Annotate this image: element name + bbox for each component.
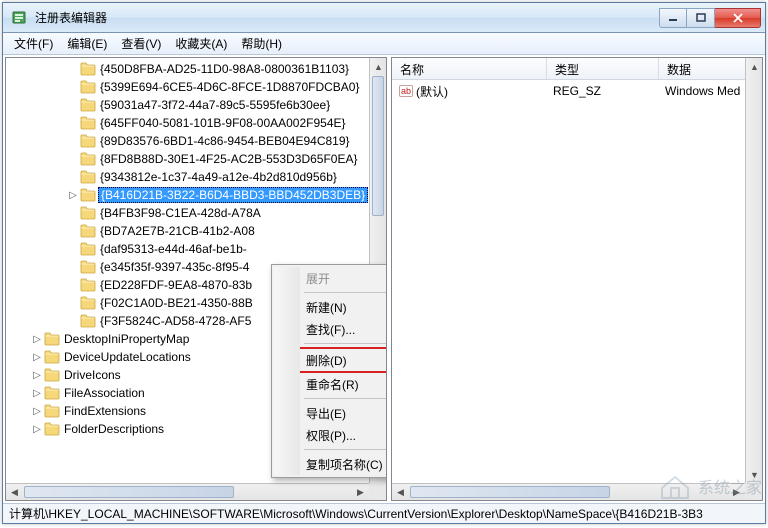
menu-edit[interactable]: 编辑(E) bbox=[60, 33, 114, 54]
col-name[interactable]: 名称 bbox=[392, 58, 547, 79]
tree-key-label: {645FF040-5081-101B-9F08-00AA002F954E} bbox=[98, 116, 348, 130]
menu-help[interactable]: 帮助(H) bbox=[234, 33, 289, 54]
window-buttons bbox=[659, 8, 761, 28]
folder-icon bbox=[80, 80, 96, 94]
context-menu: 展开 新建(N)▶ 查找(F)... 删除(D) 重命名(R) 导出(E) 权限… bbox=[271, 264, 387, 478]
tree-key-label: FolderDescriptions bbox=[62, 422, 166, 436]
tree-scrollbar-horizontal[interactable]: ◀ ▶ bbox=[6, 483, 369, 500]
folder-icon bbox=[80, 224, 96, 238]
expand-toggle[interactable]: ▷ bbox=[66, 190, 80, 201]
ctx-export[interactable]: 导出(E) bbox=[274, 402, 387, 424]
folder-icon bbox=[80, 62, 96, 76]
expand-toggle[interactable]: ▷ bbox=[30, 370, 44, 381]
expand-toggle[interactable]: ▷ bbox=[30, 424, 44, 435]
tree-key-label: DesktopIniPropertyMap bbox=[62, 332, 191, 346]
tree-key[interactable]: {89D83576-6BD1-4c86-9454-BEB04E94C819} bbox=[8, 132, 386, 150]
tree-key-label: {B4FB3F98-C1EA-428d-A78A bbox=[98, 206, 263, 220]
tree-key[interactable]: {8FD8B88D-30E1-4F25-AC2B-553D3D65F0EA} bbox=[8, 150, 386, 168]
minimize-button[interactable] bbox=[659, 8, 687, 28]
tree-key-label: {9343812e-1c37-4a49-a12e-4b2d810d956b} bbox=[98, 170, 339, 184]
tree-key-label: {F3F5824C-AD58-4728-AF5 bbox=[98, 314, 253, 328]
tree-key-label: FindExtensions bbox=[62, 404, 148, 418]
tree-key-label: {59031a47-3f72-44a7-89c5-5595fe6b30ee} bbox=[98, 98, 332, 112]
tree-key-label: DriveIcons bbox=[62, 368, 123, 382]
tree-key-label: {B416D21B-3B22-B6D4-BBD3-BBD452DB3DEB} bbox=[98, 187, 368, 203]
tree-key-label: FileAssociation bbox=[62, 386, 147, 400]
close-button[interactable] bbox=[715, 8, 761, 28]
menubar: 文件(F) 编辑(E) 查看(V) 收藏夹(A) 帮助(H) bbox=[3, 33, 765, 55]
value-name: (默认) bbox=[416, 83, 448, 100]
folder-icon bbox=[44, 368, 60, 382]
tree-key[interactable]: {59031a47-3f72-44a7-89c5-5595fe6b30ee} bbox=[8, 96, 386, 114]
list-body[interactable]: ab (默认) REG_SZ Windows Med bbox=[392, 80, 762, 102]
tree-key-label: {F02C1A0D-BE21-4350-88B bbox=[98, 296, 255, 310]
tree-key-label: {BD7A2E7B-21CB-41b2-A08 bbox=[98, 224, 257, 238]
ctx-copy-key-name[interactable]: 复制项名称(C) bbox=[274, 453, 387, 475]
col-type[interactable]: 类型 bbox=[547, 58, 659, 79]
window-title: 注册表编辑器 bbox=[35, 9, 659, 26]
regedit-window: 注册表编辑器 文件(F) 编辑(E) 查看(V) 收藏夹(A) 帮助(H) {4… bbox=[2, 2, 766, 524]
tree-key[interactable]: {645FF040-5081-101B-9F08-00AA002F954E} bbox=[8, 114, 386, 132]
list-scrollbar-vertical[interactable]: ▲▼ bbox=[745, 58, 762, 483]
folder-icon bbox=[44, 404, 60, 418]
folder-icon bbox=[80, 206, 96, 220]
titlebar[interactable]: 注册表编辑器 bbox=[3, 3, 765, 33]
menu-view[interactable]: 查看(V) bbox=[114, 33, 168, 54]
highlight-box: 删除(D) bbox=[278, 347, 387, 373]
ctx-rename[interactable]: 重命名(R) bbox=[274, 373, 387, 395]
folder-icon bbox=[80, 242, 96, 256]
tree-key[interactable]: {B4FB3F98-C1EA-428d-A78A bbox=[8, 204, 386, 222]
app-icon bbox=[11, 9, 29, 27]
expand-toggle[interactable]: ▷ bbox=[30, 352, 44, 363]
tree-key[interactable]: ▷ {B416D21B-3B22-B6D4-BBD3-BBD452DB3DEB} bbox=[8, 186, 386, 204]
ctx-find[interactable]: 查找(F)... bbox=[274, 318, 387, 340]
list-scrollbar-horizontal[interactable]: ◀ ▶ bbox=[392, 483, 745, 500]
list-header[interactable]: 名称 类型 数据 bbox=[392, 58, 762, 80]
menu-fav[interactable]: 收藏夹(A) bbox=[168, 33, 234, 54]
folder-icon bbox=[80, 260, 96, 274]
menu-file[interactable]: 文件(F) bbox=[7, 33, 60, 54]
folder-icon bbox=[80, 278, 96, 292]
folder-icon bbox=[80, 314, 96, 328]
tree-key-label: {e345f35f-9397-435c-8f95-4 bbox=[98, 260, 251, 274]
ctx-expand[interactable]: 展开 bbox=[274, 267, 387, 289]
ctx-delete[interactable]: 删除(D) bbox=[280, 349, 387, 371]
string-value-icon: ab bbox=[398, 83, 414, 99]
tree-key[interactable]: {9343812e-1c37-4a49-a12e-4b2d810d956b} bbox=[8, 168, 386, 186]
folder-icon bbox=[44, 422, 60, 436]
tree-key[interactable]: {5399E694-6CE5-4D6C-8FCE-1D8870FDCBA0} bbox=[8, 78, 386, 96]
tree-key[interactable]: {BD7A2E7B-21CB-41b2-A08 bbox=[8, 222, 386, 240]
tree-key-label: DeviceUpdateLocations bbox=[62, 350, 193, 364]
folder-icon bbox=[80, 296, 96, 310]
tree-key[interactable]: {450D8FBA-AD25-11D0-98A8-0800361B1103} bbox=[8, 60, 386, 78]
folder-icon bbox=[44, 332, 60, 346]
tree-key[interactable]: {daf95313-e44d-46af-be1b- bbox=[8, 240, 386, 258]
client-area: {450D8FBA-AD25-11D0-98A8-0800361B1103} {5… bbox=[3, 55, 765, 503]
value-type: REG_SZ bbox=[547, 84, 659, 98]
ctx-permissions[interactable]: 权限(P)... bbox=[274, 424, 387, 446]
tree-key-label: {450D8FBA-AD25-11D0-98A8-0800361B1103} bbox=[98, 62, 351, 76]
folder-icon bbox=[80, 152, 96, 166]
expand-toggle[interactable]: ▷ bbox=[30, 334, 44, 345]
tree-key-label: {daf95313-e44d-46af-be1b- bbox=[98, 242, 249, 256]
list-row[interactable]: ab (默认) REG_SZ Windows Med bbox=[392, 82, 762, 100]
folder-icon bbox=[44, 386, 60, 400]
maximize-button[interactable] bbox=[687, 8, 715, 28]
folder-icon bbox=[44, 350, 60, 364]
folder-icon bbox=[80, 188, 96, 202]
tree-key-label: {5399E694-6CE5-4D6C-8FCE-1D8870FDCBA0} bbox=[98, 80, 361, 94]
expand-toggle[interactable]: ▷ bbox=[30, 388, 44, 399]
expand-toggle[interactable]: ▷ bbox=[30, 406, 44, 417]
folder-icon bbox=[80, 134, 96, 148]
statusbar: 计算机\HKEY_LOCAL_MACHINE\SOFTWARE\Microsof… bbox=[3, 503, 765, 523]
tree-key-label: {ED228FDF-9EA8-4870-83b bbox=[98, 278, 254, 292]
tree-key-label: {8FD8B88D-30E1-4F25-AC2B-553D3D65F0EA} bbox=[98, 152, 359, 166]
folder-icon bbox=[80, 116, 96, 130]
folder-icon bbox=[80, 98, 96, 112]
ctx-new[interactable]: 新建(N)▶ bbox=[274, 296, 387, 318]
tree-pane: {450D8FBA-AD25-11D0-98A8-0800361B1103} {5… bbox=[5, 57, 387, 501]
values-pane: 名称 类型 数据 ab (默认) REG_SZ Windows Med ▲▼ ◀ bbox=[391, 57, 763, 501]
tree-key-label: {89D83576-6BD1-4c86-9454-BEB04E94C819} bbox=[98, 134, 352, 148]
folder-icon bbox=[80, 170, 96, 184]
